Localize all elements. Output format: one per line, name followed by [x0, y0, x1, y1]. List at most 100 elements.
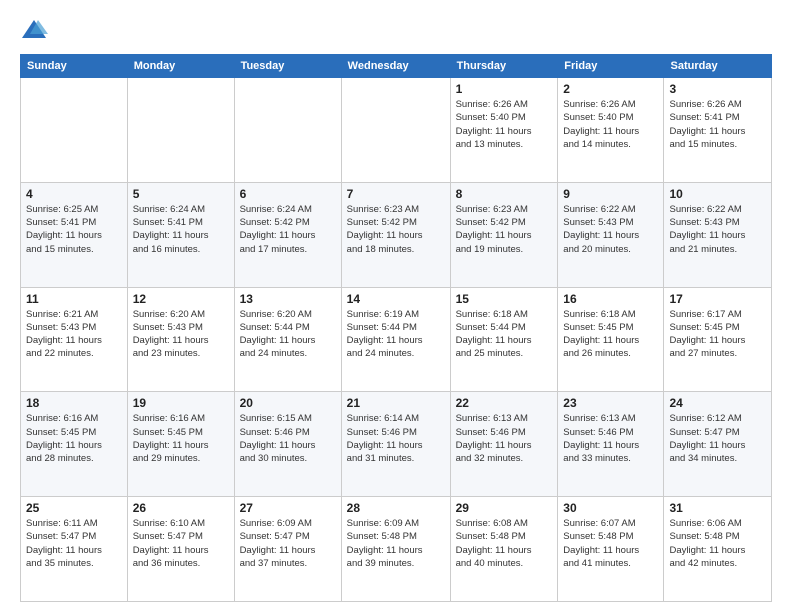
day-number: 30: [563, 501, 658, 515]
calendar-cell-24: 21 Sunrise: 6:14 AM Sunset: 5:46 PM Dayli…: [341, 392, 450, 497]
day-info: Sunrise: 6:18 AM Sunset: 5:45 PM Dayligh…: [563, 308, 658, 361]
day-number: 8: [456, 187, 553, 201]
calendar-week-4: 18 Sunrise: 6:16 AM Sunset: 5:45 PM Dayli…: [21, 392, 772, 497]
day-info: Sunrise: 6:22 AM Sunset: 5:43 PM Dayligh…: [669, 203, 766, 256]
day-number: 18: [26, 396, 122, 410]
calendar-cell-33: 30 Sunrise: 6:07 AM Sunset: 5:48 PM Dayli…: [558, 497, 664, 602]
day-info: Sunrise: 6:26 AM Sunset: 5:41 PM Dayligh…: [669, 98, 766, 151]
day-number: 13: [240, 292, 336, 306]
day-info: Sunrise: 6:15 AM Sunset: 5:46 PM Dayligh…: [240, 412, 336, 465]
page: SundayMondayTuesdayWednesdayThursdayFrid…: [0, 0, 792, 612]
day-number: 14: [347, 292, 445, 306]
day-info: Sunrise: 6:24 AM Sunset: 5:42 PM Dayligh…: [240, 203, 336, 256]
day-number: 5: [133, 187, 229, 201]
calendar-cell-27: 24 Sunrise: 6:12 AM Sunset: 5:47 PM Dayli…: [664, 392, 772, 497]
day-number: 28: [347, 501, 445, 515]
calendar-cell-34: 31 Sunrise: 6:06 AM Sunset: 5:48 PM Dayli…: [664, 497, 772, 602]
calendar-cell-32: 29 Sunrise: 6:08 AM Sunset: 5:48 PM Dayli…: [450, 497, 558, 602]
logo-icon: [20, 16, 48, 44]
day-info: Sunrise: 6:18 AM Sunset: 5:44 PM Dayligh…: [456, 308, 553, 361]
calendar-header-saturday: Saturday: [664, 55, 772, 78]
day-number: 21: [347, 396, 445, 410]
calendar-week-2: 4 Sunrise: 6:25 AM Sunset: 5:41 PM Daylig…: [21, 182, 772, 287]
day-info: Sunrise: 6:24 AM Sunset: 5:41 PM Dayligh…: [133, 203, 229, 256]
day-info: Sunrise: 6:11 AM Sunset: 5:47 PM Dayligh…: [26, 517, 122, 570]
calendar-header-row: SundayMondayTuesdayWednesdayThursdayFrid…: [21, 55, 772, 78]
day-info: Sunrise: 6:26 AM Sunset: 5:40 PM Dayligh…: [456, 98, 553, 151]
calendar-cell-17: 14 Sunrise: 6:19 AM Sunset: 5:44 PM Dayli…: [341, 287, 450, 392]
day-info: Sunrise: 6:14 AM Sunset: 5:46 PM Dayligh…: [347, 412, 445, 465]
day-info: Sunrise: 6:21 AM Sunset: 5:43 PM Dayligh…: [26, 308, 122, 361]
day-info: Sunrise: 6:23 AM Sunset: 5:42 PM Dayligh…: [456, 203, 553, 256]
day-info: Sunrise: 6:12 AM Sunset: 5:47 PM Dayligh…: [669, 412, 766, 465]
day-info: Sunrise: 6:06 AM Sunset: 5:48 PM Dayligh…: [669, 517, 766, 570]
day-number: 12: [133, 292, 229, 306]
day-info: Sunrise: 6:22 AM Sunset: 5:43 PM Dayligh…: [563, 203, 658, 256]
day-info: Sunrise: 6:13 AM Sunset: 5:46 PM Dayligh…: [456, 412, 553, 465]
day-info: Sunrise: 6:08 AM Sunset: 5:48 PM Dayligh…: [456, 517, 553, 570]
calendar-cell-30: 27 Sunrise: 6:09 AM Sunset: 5:47 PM Dayli…: [234, 497, 341, 602]
day-info: Sunrise: 6:20 AM Sunset: 5:43 PM Dayligh…: [133, 308, 229, 361]
day-info: Sunrise: 6:17 AM Sunset: 5:45 PM Dayligh…: [669, 308, 766, 361]
calendar-cell-22: 19 Sunrise: 6:16 AM Sunset: 5:45 PM Dayli…: [127, 392, 234, 497]
calendar-cell-16: 13 Sunrise: 6:20 AM Sunset: 5:44 PM Dayli…: [234, 287, 341, 392]
calendar-header-sunday: Sunday: [21, 55, 128, 78]
calendar-cell-7: 4 Sunrise: 6:25 AM Sunset: 5:41 PM Daylig…: [21, 182, 128, 287]
day-info: Sunrise: 6:10 AM Sunset: 5:47 PM Dayligh…: [133, 517, 229, 570]
day-number: 29: [456, 501, 553, 515]
day-info: Sunrise: 6:25 AM Sunset: 5:41 PM Dayligh…: [26, 203, 122, 256]
day-number: 15: [456, 292, 553, 306]
calendar-header-wednesday: Wednesday: [341, 55, 450, 78]
calendar-cell-2: [234, 78, 341, 183]
day-number: 9: [563, 187, 658, 201]
calendar-cell-1: [127, 78, 234, 183]
day-number: 17: [669, 292, 766, 306]
calendar-cell-31: 28 Sunrise: 6:09 AM Sunset: 5:48 PM Dayli…: [341, 497, 450, 602]
calendar-header-monday: Monday: [127, 55, 234, 78]
calendar-cell-21: 18Sunrise: 6:16 AM Sunset: 5:45 PM Dayli…: [21, 392, 128, 497]
calendar-cell-23: 20Sunrise: 6:15 AM Sunset: 5:46 PM Dayli…: [234, 392, 341, 497]
day-info: Sunrise: 6:19 AM Sunset: 5:44 PM Dayligh…: [347, 308, 445, 361]
day-info: Sunrise: 6:16 AM Sunset: 5:45 PM Dayligh…: [133, 412, 229, 465]
day-number: 2: [563, 82, 658, 96]
calendar-cell-9: 6 Sunrise: 6:24 AM Sunset: 5:42 PM Daylig…: [234, 182, 341, 287]
day-info: Sunrise: 6:09 AM Sunset: 5:47 PM Dayligh…: [240, 517, 336, 570]
day-info: Sunrise: 6:07 AM Sunset: 5:48 PM Dayligh…: [563, 517, 658, 570]
day-number: 4: [26, 187, 122, 201]
calendar-cell-19: 16 Sunrise: 6:18 AM Sunset: 5:45 PM Dayli…: [558, 287, 664, 392]
calendar-cell-26: 23 Sunrise: 6:13 AM Sunset: 5:46 PM Dayli…: [558, 392, 664, 497]
day-number: 7: [347, 187, 445, 201]
day-info: Sunrise: 6:20 AM Sunset: 5:44 PM Dayligh…: [240, 308, 336, 361]
day-number: 22: [456, 396, 553, 410]
calendar-cell-28: 25Sunrise: 6:11 AM Sunset: 5:47 PM Dayli…: [21, 497, 128, 602]
calendar-cell-4: 1 Sunrise: 6:26 AM Sunset: 5:40 PM Daylig…: [450, 78, 558, 183]
calendar-cell-29: 26 Sunrise: 6:10 AM Sunset: 5:47 PM Dayli…: [127, 497, 234, 602]
calendar-cell-14: 11 Sunrise: 6:21 AM Sunset: 5:43 PM Dayli…: [21, 287, 128, 392]
day-number: 1: [456, 82, 553, 96]
day-number: 6: [240, 187, 336, 201]
day-number: 11: [26, 292, 122, 306]
calendar-cell-18: 15 Sunrise: 6:18 AM Sunset: 5:44 PM Dayli…: [450, 287, 558, 392]
day-number: 10: [669, 187, 766, 201]
day-info: Sunrise: 6:13 AM Sunset: 5:46 PM Dayligh…: [563, 412, 658, 465]
logo: [20, 16, 52, 44]
calendar-cell-11: 8 Sunrise: 6:23 AM Sunset: 5:42 PM Daylig…: [450, 182, 558, 287]
day-number: 26: [133, 501, 229, 515]
day-number: 27: [240, 501, 336, 515]
calendar-cell-3: [341, 78, 450, 183]
day-info: Sunrise: 6:09 AM Sunset: 5:48 PM Dayligh…: [347, 517, 445, 570]
calendar-cell-20: 17 Sunrise: 6:17 AM Sunset: 5:45 PM Dayli…: [664, 287, 772, 392]
day-number: 31: [669, 501, 766, 515]
calendar-week-1: 1 Sunrise: 6:26 AM Sunset: 5:40 PM Daylig…: [21, 78, 772, 183]
day-number: 16: [563, 292, 658, 306]
calendar-cell-12: 9 Sunrise: 6:22 AM Sunset: 5:43 PM Daylig…: [558, 182, 664, 287]
calendar-cell-0: [21, 78, 128, 183]
day-number: 19: [133, 396, 229, 410]
day-number: 24: [669, 396, 766, 410]
calendar-table: SundayMondayTuesdayWednesdayThursdayFrid…: [20, 54, 772, 602]
calendar-week-3: 11 Sunrise: 6:21 AM Sunset: 5:43 PM Dayli…: [21, 287, 772, 392]
day-info: Sunrise: 6:23 AM Sunset: 5:42 PM Dayligh…: [347, 203, 445, 256]
day-number: 23: [563, 396, 658, 410]
day-info: Sunrise: 6:26 AM Sunset: 5:40 PM Dayligh…: [563, 98, 658, 151]
header: [20, 16, 772, 44]
